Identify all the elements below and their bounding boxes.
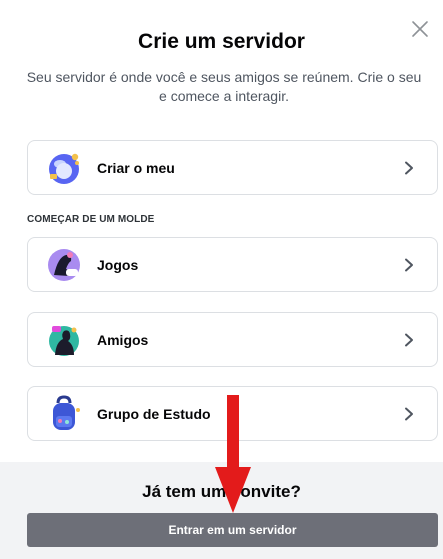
template-section-label: COMEÇAR DE UM MOLDE: [27, 214, 155, 225]
chevron-right-icon: [405, 161, 413, 174]
create-own-label: Criar o meu: [97, 159, 175, 176]
invite-question: Já tem um convite?: [142, 482, 301, 501]
modal-subtitle: Seu servidor é onde você e seus amigos s…: [26, 69, 422, 104]
globe-illustration-icon: [49, 153, 79, 184]
chevron-right-icon: [405, 258, 413, 271]
backpack-illustration-icon: [53, 394, 80, 430]
chevron-right-icon: [405, 407, 413, 420]
friends-illustration-icon: [49, 325, 79, 356]
template-item-amigos[interactable]: Amigos: [27, 312, 438, 367]
join-server-button[interactable]: Entrar em um servidor: [27, 513, 438, 547]
modal-footer: Já tem um convite? Entrar em um servidor: [0, 462, 443, 559]
chevron-right-icon: [405, 333, 413, 346]
create-own-card[interactable]: Criar o meu: [27, 140, 438, 195]
modal-title: Crie um servidor: [138, 30, 305, 53]
gaming-illustration-icon: [48, 248, 80, 281]
template-item-jogos[interactable]: Jogos: [27, 237, 438, 292]
template-label-amigos: Amigos: [97, 331, 149, 348]
template-item-grupo-de-estudo[interactable]: Grupo de Estudo: [27, 386, 438, 441]
template-label-jogos: Jogos: [97, 256, 139, 273]
template-label-grupo-de-estudo: Grupo de Estudo: [97, 405, 211, 422]
